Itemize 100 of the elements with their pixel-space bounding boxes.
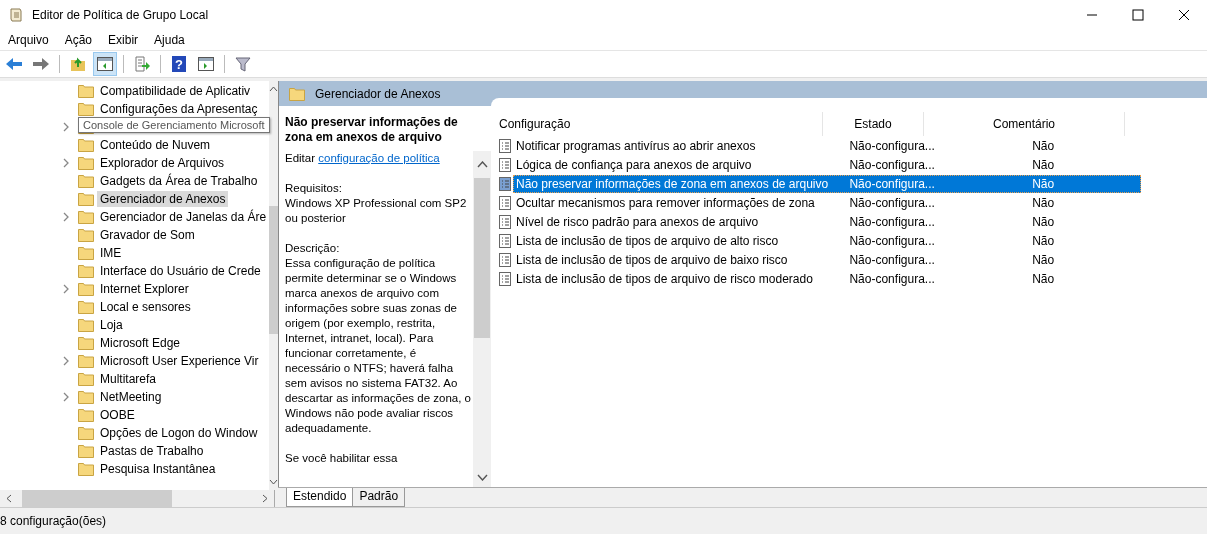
setting-name: Ocultar mecanismos para remover informações de zona (515, 195, 816, 210)
requirements-text: Requisitos: Windows XP Professional com SP2 ou posterior (285, 181, 468, 226)
close-icon[interactable] (1178, 8, 1190, 21)
table-row[interactable]: Nível de risco padrão para anexos de arquivo Não-configura... Não (513, 212, 1141, 231)
policy-icon (499, 157, 511, 172)
state-cell-text: Não-configura... (848, 195, 936, 210)
tree-item[interactable]: Configurações da Apresentaç (97, 101, 261, 117)
scroll-right-icon[interactable] (262, 494, 268, 503)
column-header[interactable]: Comentário (924, 112, 1125, 136)
tree-item[interactable]: Gadgets da Área de Trabalho (97, 173, 261, 189)
policy-icon (499, 233, 511, 248)
tree-item[interactable]: Multitarefa (97, 371, 160, 387)
state-cell-text: Não-configura... (848, 176, 936, 191)
tree-item[interactable]: Microsoft Edge (97, 335, 184, 351)
folder-icon (78, 264, 94, 278)
expand-chevron-icon[interactable] (62, 284, 70, 294)
folder-icon (78, 372, 94, 386)
scroll-up-icon[interactable] (476, 161, 488, 168)
table-row[interactable]: Lógica de confiança para anexos de arquivo Não-configura... Não (513, 155, 1141, 174)
back-icon[interactable] (5, 57, 23, 71)
expand-chevron-icon[interactable] (62, 158, 70, 168)
tree-item[interactable]: Local e sensores (97, 299, 194, 315)
state-cell-text: Não-configura... (848, 233, 936, 248)
folder-icon (78, 228, 94, 242)
folder-icon (78, 84, 94, 98)
folder-icon (78, 156, 94, 170)
tree-item[interactable]: Pastas de Trabalho (97, 443, 207, 459)
scroll-up-icon[interactable] (269, 86, 279, 92)
menu-item[interactable]: Exibir (108, 32, 139, 47)
tree-item[interactable]: Loja (97, 317, 126, 333)
forward-icon[interactable] (32, 57, 50, 71)
folder-icon (78, 462, 94, 476)
panel-icon[interactable] (198, 57, 214, 71)
tree-item[interactable]: Compatibilidade de Aplicativ (97, 83, 254, 99)
scroll-down-icon[interactable] (269, 479, 279, 485)
menu-item[interactable]: Arquivo (8, 32, 49, 47)
table-row[interactable]: Lista de inclusão de tipos de arquivo de alto risco Não-configura... Não (513, 231, 1141, 250)
table-row[interactable]: Notificar programas antivírus ao abrir anexos Não-configura... Não (513, 136, 1141, 155)
filter-icon[interactable] (235, 56, 251, 72)
state-cell-text: Não-configura... (848, 214, 936, 229)
folder-icon (78, 336, 94, 350)
view-tab[interactable]: Estendido (286, 488, 354, 507)
setting-name: Lista de inclusão de tipos de arquivo de risco moderado (515, 271, 814, 286)
folder-icon (78, 426, 94, 440)
table-row[interactable]: Ocultar mecanismos para remover informações de zona Não-configura... Não (513, 193, 1141, 212)
panel-icon[interactable] (97, 57, 113, 71)
vertical-scrollbar[interactable] (473, 151, 491, 487)
menu-item[interactable]: Ajuda (154, 32, 185, 47)
setting-name: Nível de risco padrão para anexos de arquivo (515, 214, 760, 229)
folder-icon (78, 444, 94, 458)
tree-item[interactable]: Gerenciador de Anexos (97, 191, 229, 207)
horizontal-scrollbar[interactable] (0, 490, 274, 507)
scroll-down-icon[interactable] (476, 474, 488, 481)
tree-item[interactable]: Gravador de Som (97, 227, 198, 243)
tree-item[interactable]: Internet Explorer (97, 281, 192, 297)
folder-icon (289, 86, 305, 101)
folder-up-icon[interactable] (70, 56, 86, 72)
help-icon[interactable]: ? (172, 56, 186, 72)
policy-icon (499, 252, 511, 267)
column-header[interactable]: Estado (823, 112, 924, 136)
tree-item[interactable]: NetMeeting (97, 389, 165, 405)
folder-icon (78, 354, 94, 368)
description-text: Se você habilitar essa (285, 451, 399, 466)
view-tab[interactable]: Padrão (352, 488, 406, 507)
panel-title: Gerenciador de Anexos (315, 86, 441, 101)
tree-item[interactable]: Pesquisa Instantânea (97, 461, 219, 477)
comment-cell-text: Não (1031, 214, 1056, 229)
policy-link[interactable]: configuração de política (318, 152, 440, 164)
expand-chevron-icon[interactable] (62, 122, 70, 132)
expand-chevron-icon[interactable] (62, 356, 70, 366)
policy-icon (499, 195, 511, 210)
folder-icon (78, 174, 94, 188)
tree-item[interactable]: Microsoft User Experience Vir (97, 353, 262, 369)
tree-item[interactable]: Opções de Logon do Window (97, 425, 261, 441)
export-list-icon[interactable] (134, 56, 150, 72)
setting-name: Notificar programas antivírus ao abrir anexos (515, 138, 757, 153)
folder-icon (78, 390, 94, 404)
expand-chevron-icon[interactable] (62, 212, 70, 222)
comment-cell-text: Não (1031, 157, 1056, 172)
folder-icon (78, 138, 94, 152)
expand-chevron-icon[interactable] (62, 392, 70, 402)
tree-item[interactable]: IME (97, 245, 125, 261)
tree-item[interactable]: Gerenciador de Janelas da Áre (97, 209, 270, 225)
setting-name: Lista de inclusão de tipos de arquivo de alto risco (515, 233, 780, 248)
scroll-left-icon[interactable] (6, 494, 12, 503)
tree-item[interactable]: Explorador de Arquivos (97, 155, 228, 171)
table-row[interactable]: Lista de inclusão de tipos de arquivo de baixo risco Não-configura... Não (513, 250, 1141, 269)
tree-item[interactable]: Interface do Usuário de Crede (97, 263, 264, 279)
table-row[interactable]: Lista de inclusão de tipos de arquivo de risco moderado Não-configura... Não (513, 269, 1141, 288)
table-row[interactable]: Não preservar informações de zona em anexos de arquivo Não-configura... Não (513, 174, 1141, 193)
column-header[interactable]: Configuração (493, 112, 823, 136)
policy-icon (499, 176, 511, 191)
maximize-icon[interactable] (1132, 8, 1144, 21)
vertical-scrollbar[interactable] (269, 81, 279, 490)
state-cell-text: Não-configura... (848, 271, 936, 286)
comment-cell-text: Não (1031, 138, 1056, 153)
status-text: 8 configuração(ões) (0, 514, 107, 528)
tree-item[interactable]: OOBE (97, 407, 138, 423)
tree-item[interactable]: Conteúdo de Nuvem (97, 137, 214, 153)
menu-item[interactable]: Ação (64, 32, 93, 47)
